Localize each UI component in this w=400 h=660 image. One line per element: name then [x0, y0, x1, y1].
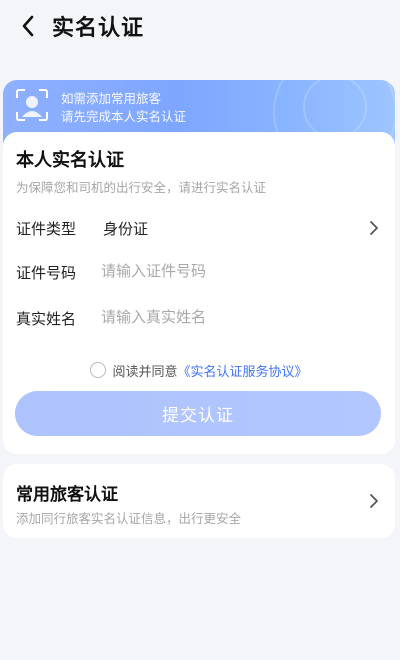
real-name-input[interactable]: [101, 304, 371, 330]
page-title: 实名认证: [52, 16, 145, 41]
banner-line-1: 如需添加常用旅客: [61, 91, 162, 106]
real-name-row: 真实姓名: [3, 296, 395, 340]
banner-line-2: 请先完成本人实名认证: [61, 109, 187, 124]
section-title: 本人实名认证: [16, 150, 124, 171]
chevron-right-icon: [370, 221, 378, 235]
back-button[interactable]: [14, 12, 42, 40]
agreement-link[interactable]: 《实名认证服务协议》: [178, 361, 308, 380]
frequent-subtitle: 添加同行旅客实名认证信息，出行更安全: [16, 511, 242, 526]
submit-button[interactable]: 提交认证: [15, 391, 381, 436]
id-number-input[interactable]: [101, 258, 371, 284]
face-scan-icon: [16, 89, 48, 121]
id-number-row: 证件号码: [3, 250, 395, 294]
chevron-left-icon: [22, 15, 34, 37]
real-name-label: 真实姓名: [16, 310, 77, 328]
navigation-bar: 实名认证: [0, 0, 400, 56]
frequent-title: 常用旅客认证: [16, 485, 118, 505]
id-type-label: 证件类型: [16, 220, 77, 238]
banner-text: 如需添加常用旅客 请先完成本人实名认证: [61, 90, 186, 126]
id-number-label: 证件号码: [16, 264, 77, 282]
agreement-row: 阅读并同意 《实名认证服务协议》: [3, 358, 395, 382]
id-type-value: 身份证: [103, 220, 149, 238]
agreement-checkbox[interactable]: [90, 362, 107, 378]
id-type-row[interactable]: 证件类型 身份证: [3, 206, 395, 250]
frequent-traveler-card[interactable]: 常用旅客认证 添加同行旅客实名认证信息，出行更安全: [3, 464, 395, 538]
self-verification-card: 本人实名认证 为保障您和司机的出行安全，请进行实名认证 证件类型 身份证 证件号…: [3, 132, 395, 454]
chevron-right-icon: [370, 494, 378, 508]
section-subtitle: 为保障您和司机的出行安全，请进行实名认证: [16, 180, 267, 195]
agreement-text: 阅读并同意: [112, 364, 178, 380]
